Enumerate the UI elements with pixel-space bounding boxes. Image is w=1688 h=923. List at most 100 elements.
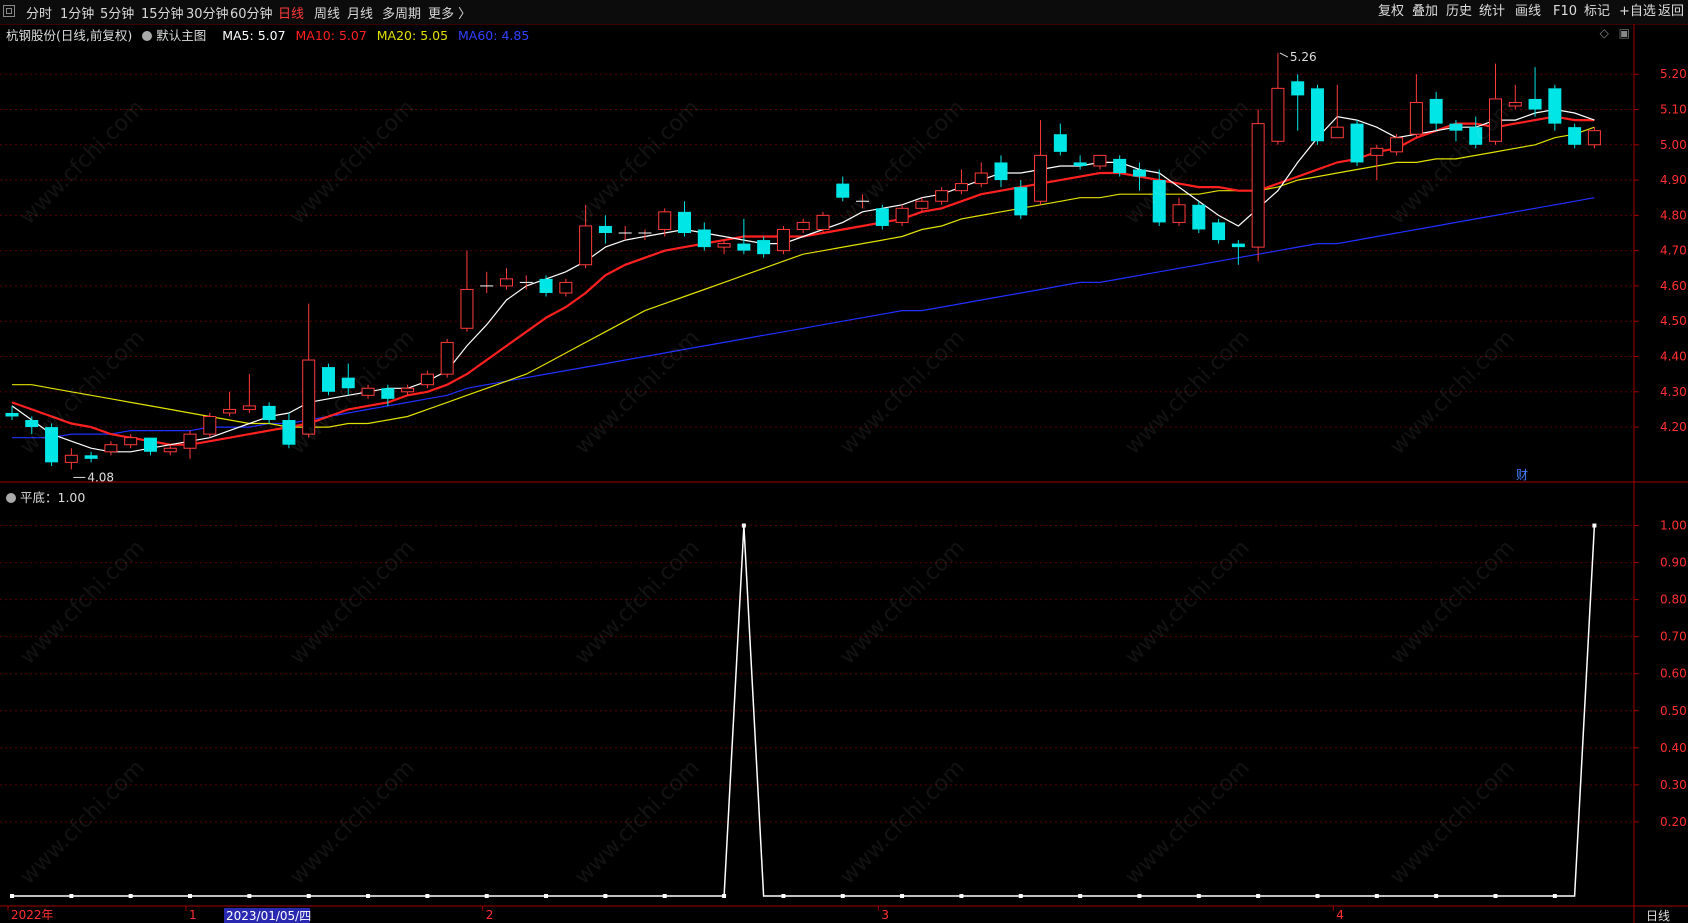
candle-64 — [1271, 53, 1285, 145]
watermark-text: www.cfchi.com — [835, 755, 970, 890]
candle-body-down — [381, 388, 395, 399]
candle-20 — [401, 384, 415, 396]
candle-body-down — [697, 229, 711, 248]
period-tab-6[interactable]: 日线 — [278, 3, 304, 22]
period-tab-10[interactable]: 更多 〉 — [428, 3, 471, 22]
candle-69 — [1370, 144, 1384, 181]
candle-78 — [1548, 84, 1562, 131]
candle-35 — [697, 222, 711, 251]
candle-30 — [598, 215, 612, 244]
candle-body-up — [816, 214, 830, 230]
watermark-text: www.cfchi.com — [1120, 325, 1255, 460]
right-tool-3[interactable]: 统计 — [1477, 2, 1507, 22]
candle-body-down — [1291, 81, 1305, 96]
candle-body-down — [1449, 123, 1463, 131]
candle-body-up — [1587, 130, 1601, 146]
indicator-marker — [425, 894, 430, 898]
watermark-text: www.cfchi.com — [1120, 535, 1255, 670]
window-restore-icon[interactable] — [3, 5, 15, 17]
ma60-line — [12, 197, 1595, 439]
main-indicator-selector[interactable]: 默认主图 — [142, 28, 212, 43]
candle-44 — [875, 204, 889, 230]
candle-26 — [519, 275, 533, 290]
candle-body-up — [658, 211, 672, 230]
price-tick-label: 4.60 — [1660, 279, 1687, 293]
right-tool-1[interactable]: 叠加 — [1410, 2, 1440, 22]
candle-77 — [1528, 67, 1542, 117]
indicator-marker — [840, 894, 845, 898]
period-tab-8[interactable]: 月线 — [347, 3, 373, 22]
right-tool-2[interactable]: 历史 — [1444, 2, 1474, 22]
candle-body-up — [559, 281, 573, 294]
candle-72 — [1429, 91, 1443, 131]
candle-body-down — [1152, 180, 1166, 223]
candle-body-up — [1370, 147, 1384, 156]
ma10-line — [11, 115, 1595, 446]
period-tab-9[interactable]: 多周期 — [382, 3, 421, 22]
indicator-marker — [1552, 894, 1557, 898]
candle-body-up — [124, 437, 138, 446]
candle-body-down — [875, 208, 889, 226]
indicator-marker — [1018, 894, 1023, 898]
right-tool-5[interactable]: F10 — [1551, 2, 1579, 22]
right-tool-0[interactable]: 复权 — [1376, 2, 1406, 22]
candle-body-up — [203, 415, 217, 435]
indicator-marker — [722, 894, 727, 898]
watermark-text: www.cfchi.com — [15, 755, 150, 890]
indicator-marker — [484, 894, 489, 898]
stock-chart[interactable]: 5.20 5.10 5.00 4.90 4.80 4.70 4.60 4.50 4.40 4.30… — [0, 0, 1688, 923]
right-tool-8[interactable]: 返回 — [1656, 2, 1686, 22]
candle-body-up — [1409, 101, 1423, 135]
candle-body-down — [25, 420, 39, 428]
right-tool-7[interactable]: +自选 — [1617, 2, 1658, 22]
ma20-line — [12, 126, 1595, 428]
period-tab-2[interactable]: 5分钟 — [100, 3, 134, 22]
period-tab-5[interactable]: 60分钟 — [230, 3, 273, 22]
ind-tick-label: 0.70 — [1660, 630, 1687, 644]
candle-50 — [994, 155, 1008, 188]
candle-body-up — [1271, 87, 1285, 142]
candle-8 — [163, 444, 177, 456]
chart-options-icons[interactable]: ◇ ▣ — [1600, 26, 1630, 40]
indicator-marker — [366, 894, 371, 898]
candle-75 — [1489, 63, 1502, 145]
settings-dot-icon[interactable] — [142, 31, 153, 41]
candle-12 — [242, 374, 256, 413]
candle-34 — [678, 201, 692, 237]
candle-body-up — [242, 405, 256, 410]
candle-52 — [1034, 120, 1048, 205]
candle-body-up — [420, 373, 434, 386]
diamond-icon[interactable]: ◇ — [1600, 26, 1609, 40]
candle-body-up — [895, 207, 909, 223]
candle-body-up — [717, 243, 731, 248]
right-tool-6[interactable]: 标记 — [1582, 2, 1612, 22]
candle-51 — [1014, 180, 1028, 219]
candle-body-down — [1310, 88, 1324, 142]
period-tab-7[interactable]: 周线 — [314, 3, 340, 22]
period-tab-0[interactable]: 分时 — [26, 3, 52, 22]
period-tab-4[interactable]: 30分钟 — [186, 3, 229, 22]
candle-body-up — [935, 190, 949, 202]
candle-body-down — [1132, 169, 1146, 177]
watermark-text: www.cfchi.com — [285, 95, 420, 230]
period-tab-3[interactable]: 15分钟 — [141, 3, 184, 22]
candle-22 — [440, 338, 454, 378]
candle-body-down — [1568, 127, 1582, 145]
candle-61 — [1212, 218, 1226, 244]
candle-body-up — [460, 288, 474, 329]
period-tab-1[interactable]: 1分钟 — [60, 3, 94, 22]
main-indicator-label: 默认主图 — [156, 28, 207, 43]
candle-body-up — [302, 359, 316, 435]
indicator-settings-icon[interactable] — [6, 493, 16, 503]
candle-59 — [1172, 197, 1186, 226]
candle-body-up — [1172, 204, 1186, 223]
time-tick-label: 4 — [1336, 908, 1344, 922]
stock-title[interactable]: 杭钢股份(日线,前复权) — [6, 28, 132, 43]
candle-13 — [262, 402, 276, 424]
candle-66 — [1310, 84, 1324, 145]
right-tool-4[interactable]: 画线 — [1513, 2, 1543, 22]
watermark-text: www.cfchi.com — [285, 755, 420, 890]
candle-body-down — [341, 377, 355, 389]
panel-toggle-icon[interactable]: ▣ — [1619, 26, 1630, 40]
candle-body-up — [1251, 123, 1265, 248]
